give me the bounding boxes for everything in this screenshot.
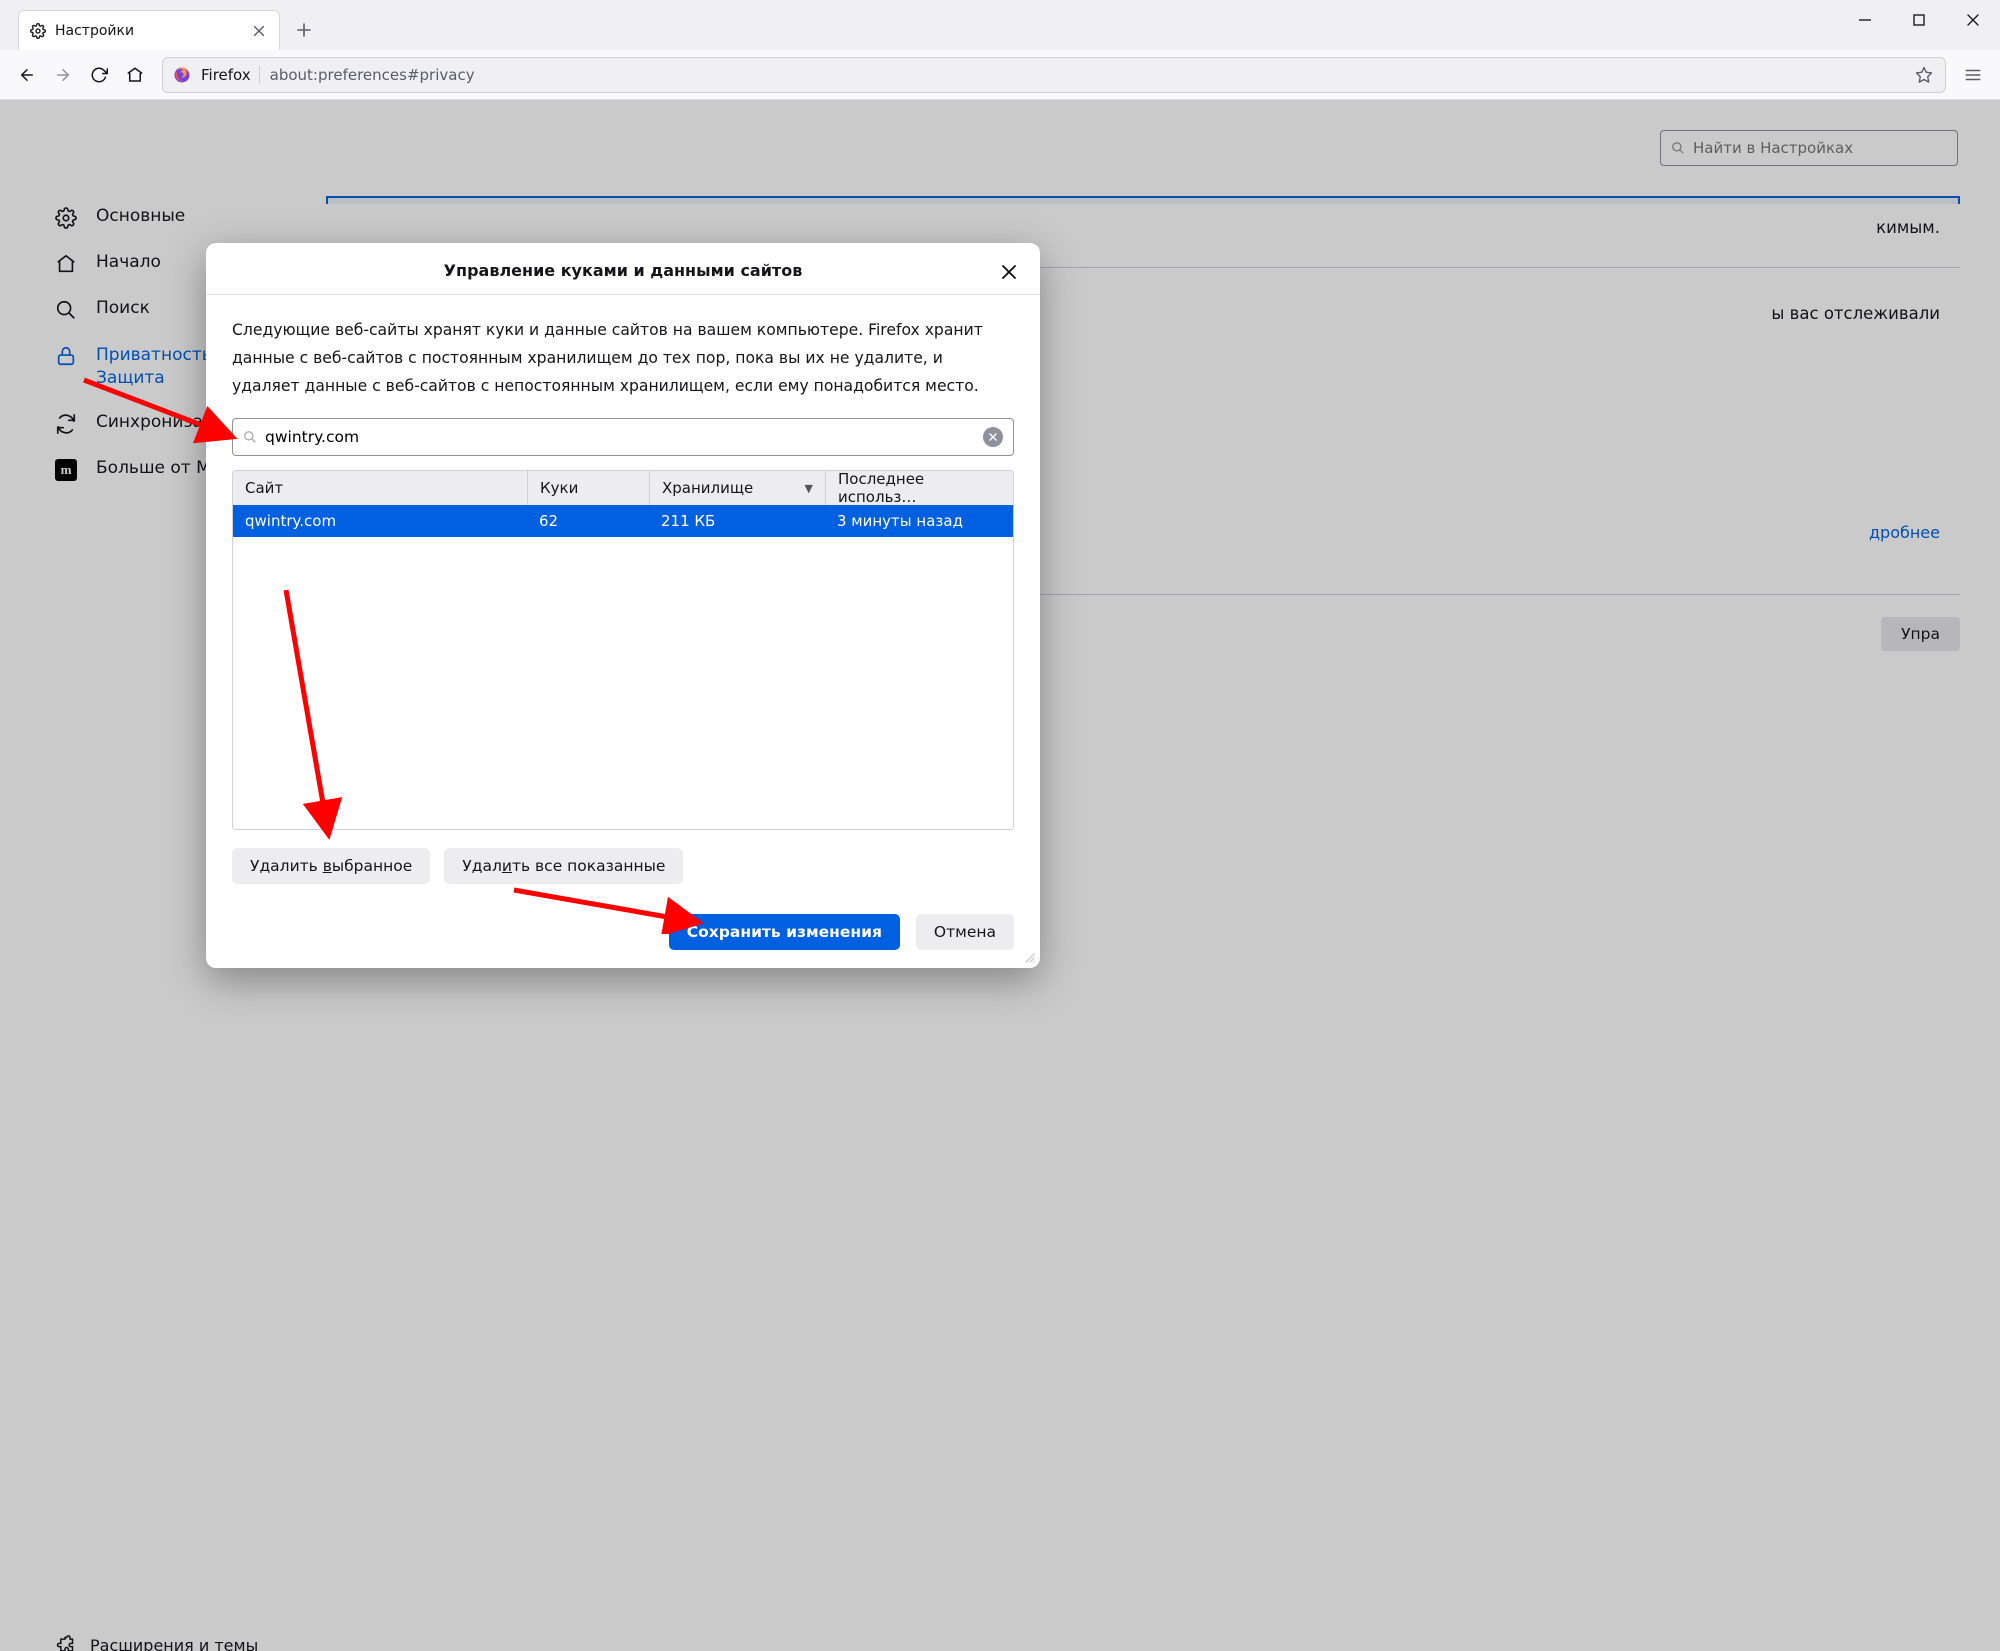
- sites-table: Сайт Куки Хранилище▼ Последнее использ… …: [232, 470, 1014, 830]
- dialog-row-actions: Удалить выбранное Удалить все показанные: [232, 848, 1014, 884]
- sort-indicator-icon: ▼: [805, 482, 813, 495]
- tab-title: Настройки: [55, 23, 241, 39]
- bookmark-star-button[interactable]: [1913, 64, 1935, 86]
- remove-all-shown-button[interactable]: Удалить все показанные: [444, 848, 683, 884]
- cookies-dialog: Управление куками и данными сайтов Следу…: [206, 243, 1040, 968]
- search-icon: [243, 430, 257, 444]
- sites-filter-input[interactable]: [265, 428, 975, 446]
- firefox-icon: [173, 66, 191, 84]
- column-header-cookies[interactable]: Куки: [527, 471, 649, 505]
- save-changes-button[interactable]: Сохранить изменения: [669, 914, 900, 950]
- clear-filter-button[interactable]: [983, 427, 1003, 447]
- window-controls: [1838, 0, 2000, 50]
- app-menu-button[interactable]: [1956, 58, 1990, 92]
- window-minimize-button[interactable]: [1838, 0, 1892, 40]
- dialog-close-button[interactable]: [996, 259, 1022, 285]
- browser-tab[interactable]: Настройки: [18, 10, 280, 50]
- tabs-strip: Настройки: [0, 0, 1838, 50]
- column-header-last-used[interactable]: Последнее использ…: [825, 471, 1013, 505]
- nav-back-button[interactable]: [10, 58, 44, 92]
- dialog-title: Управление куками и данными сайтов: [444, 261, 803, 280]
- url-bar[interactable]: Firefox about:preferences#privacy: [162, 57, 1946, 93]
- window-close-button[interactable]: [1946, 0, 2000, 40]
- column-header-site[interactable]: Сайт: [233, 471, 527, 505]
- tab-close-button[interactable]: [249, 21, 269, 41]
- window-titlebar: Настройки: [0, 0, 2000, 50]
- nav-home-button[interactable]: [118, 58, 152, 92]
- settings-page: Основные Начало Поиск Приватность и Защи…: [0, 100, 2000, 1651]
- cell-storage: 211 КБ: [649, 512, 825, 530]
- nav-reload-button[interactable]: [82, 58, 116, 92]
- table-row[interactable]: qwintry.com 62 211 КБ 3 минуты назад: [233, 505, 1013, 537]
- table-header: Сайт Куки Хранилище▼ Последнее использ…: [233, 471, 1013, 505]
- gear-icon: [29, 22, 47, 40]
- cell-site: qwintry.com: [233, 512, 527, 530]
- table-body[interactable]: qwintry.com 62 211 КБ 3 минуты назад: [233, 505, 1013, 829]
- remove-selected-button[interactable]: Удалить выбранное: [232, 848, 430, 884]
- nav-forward-button[interactable]: [46, 58, 80, 92]
- dialog-body: Следующие веб-сайты хранят куки и данные…: [206, 295, 1040, 884]
- cancel-button[interactable]: Отмена: [916, 914, 1014, 950]
- cell-cookies: 62: [527, 512, 649, 530]
- dialog-header: Управление куками и данными сайтов: [206, 243, 1040, 295]
- sites-filter[interactable]: [232, 418, 1014, 456]
- window-maximize-button[interactable]: [1892, 0, 1946, 40]
- url-text: about:preferences#privacy: [270, 66, 1903, 84]
- new-tab-button[interactable]: [288, 14, 320, 46]
- dialog-footer: Сохранить изменения Отмена: [206, 884, 1040, 968]
- column-header-storage[interactable]: Хранилище▼: [649, 471, 825, 505]
- url-identity-label: Firefox: [201, 66, 260, 84]
- resize-grip-icon[interactable]: [1020, 948, 1036, 964]
- cell-last: 3 минуты назад: [825, 512, 1013, 530]
- navbar: Firefox about:preferences#privacy: [0, 50, 2000, 100]
- dialog-description: Следующие веб-сайты хранят куки и данные…: [232, 317, 1014, 400]
